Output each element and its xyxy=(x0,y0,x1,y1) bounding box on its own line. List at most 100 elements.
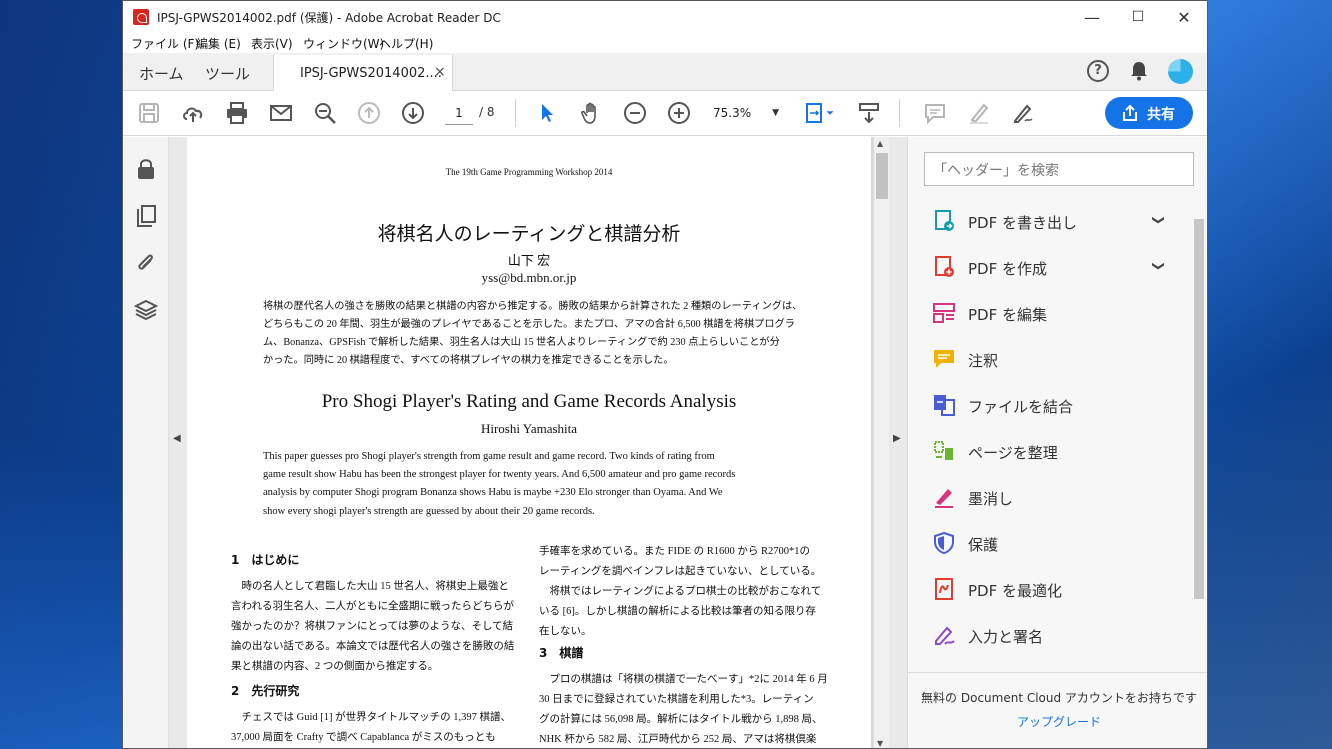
abstract-jp-line: ム、Bonanza、GPSFish で解析した結果、羽生名人は大山 15 世名人… xyxy=(263,337,780,348)
help-icon[interactable]: ? xyxy=(1087,60,1109,82)
zoom-in-icon[interactable] xyxy=(665,99,693,127)
chevron-down-icon[interactable]: ❯ xyxy=(1152,261,1166,271)
body-line: 論の出ない話である。本論文では歴代名人の強さを勝敗の結 xyxy=(231,641,515,652)
tools-pane: 「ヘッダー」を検索 PDF を書き出し ❯ PDF を作成 ❯ PDF を編集 注釈ファイ… xyxy=(907,137,1207,748)
section-2-heading: 2 先行研究 xyxy=(231,684,300,698)
tools-pane-scrollbar-thumb[interactable] xyxy=(1194,219,1204,599)
tools-search-input[interactable]: 「ヘッダー」を検索 xyxy=(924,152,1194,186)
body-line: 手確率を求めている。また FIDE の R1600 から R2700*1の xyxy=(539,546,810,557)
zoom-level-select[interactable]: 75.3% ▼ xyxy=(713,102,781,124)
lock-icon[interactable] xyxy=(134,157,158,181)
print-icon[interactable] xyxy=(223,99,251,127)
page-total: / 8 xyxy=(479,105,495,119)
layers-icon[interactable] xyxy=(134,298,158,322)
protect-icon xyxy=(934,531,954,555)
title-bar: IPSJ-GPWS2014002.pdf (保護) - Adobe Acroba… xyxy=(123,1,1207,33)
chevron-left-icon: ◀ xyxy=(173,433,181,444)
right-panel-toggle[interactable]: ▶ xyxy=(889,137,907,748)
tool-item-label: 入力と署名 xyxy=(968,628,1044,646)
tool-item[interactable]: 墨消し xyxy=(932,481,1182,515)
sign-pen-icon[interactable] xyxy=(1009,99,1037,127)
tool-item[interactable]: 注釈 xyxy=(932,343,1182,377)
upgrade-link[interactable]: アップグレード xyxy=(908,713,1207,730)
desktop-background-left xyxy=(0,0,122,749)
previous-page-icon[interactable] xyxy=(355,99,383,127)
body-line: プロの棋譜は「将棋の棋譜で一たべーす」*2に 2014 年 6 月 xyxy=(539,674,828,685)
tool-item[interactable]: PDF を書き出し ❯ xyxy=(932,205,1182,239)
menu-bar: ファイル (F) 編集 (E) 表示(V) ウィンドウ(W) ヘルプ(H) xyxy=(123,33,1207,53)
tool-item[interactable]: ファイルを結合 xyxy=(932,389,1182,423)
comment-icon[interactable] xyxy=(921,99,949,127)
scroll-mode-icon[interactable] xyxy=(855,99,883,127)
tool-item[interactable]: ページを整理 xyxy=(932,435,1182,469)
tab-document[interactable]: IPSJ-GPWS2014002.... × xyxy=(273,55,453,92)
doc-header: The 19th Game Programming Workshop 2014 xyxy=(445,167,613,177)
left-panel-toggle[interactable]: ◀ xyxy=(169,137,187,748)
account-status-text: 無料の Document Cloud アカウントをお持ちです xyxy=(921,691,1197,705)
attachment-icon[interactable] xyxy=(134,251,158,275)
body-line: 言われる羽生名人、二人がともに全盛期に戦ったらどちらが xyxy=(231,601,514,612)
menu-edit[interactable]: 編集 (E) xyxy=(196,35,241,52)
toolbar-divider xyxy=(515,99,516,127)
abstract-en-line: analysis by computer Shogi program Bonan… xyxy=(263,487,723,498)
tool-item[interactable]: 入力と署名 xyxy=(932,619,1182,653)
select-cursor-icon[interactable] xyxy=(533,99,561,127)
notification-bell-icon[interactable] xyxy=(1130,61,1148,81)
page-thumbnails-icon[interactable] xyxy=(134,204,158,228)
scrollbar-thumb[interactable] xyxy=(876,153,888,199)
share-button[interactable]: 共有 xyxy=(1105,97,1193,129)
fit-page-dropdown-icon[interactable] xyxy=(823,99,837,127)
page-number-input[interactable]: 1 xyxy=(445,103,473,125)
tool-item-label: ページを整理 xyxy=(968,444,1058,462)
save-icon[interactable] xyxy=(135,99,163,127)
zoom-out-icon[interactable] xyxy=(621,99,649,127)
tool-item[interactable]: PDF を編集 xyxy=(932,297,1182,331)
document-scrollbar[interactable]: ▲ ▼ xyxy=(873,137,889,748)
scroll-up-icon[interactable]: ▲ xyxy=(877,139,883,148)
menu-help[interactable]: ヘルプ(H) xyxy=(379,35,433,52)
tool-item[interactable]: 保護 xyxy=(932,527,1182,561)
search-zoom-icon[interactable] xyxy=(311,99,339,127)
chevron-right-icon: ▶ xyxy=(893,433,901,444)
chevron-down-icon[interactable]: ❯ xyxy=(1152,215,1166,225)
next-page-icon[interactable] xyxy=(399,99,427,127)
tools-pane-scrollbar[interactable] xyxy=(1192,207,1206,667)
tools-pane-footer: 無料の Document Cloud アカウントをお持ちです アップグレード xyxy=(908,672,1207,748)
body-line: 果と棋譜の内容、2 つの側面から推定する。 xyxy=(231,661,439,672)
scroll-down-icon[interactable]: ▼ xyxy=(877,739,883,748)
tool-item-label: 墨消し xyxy=(968,490,1014,508)
abstract-jp-line: かった。同時に 20 棋譜程度で、すべての将棋プレイヤの棋力を推定できることを示… xyxy=(263,355,674,366)
abstract-jp-line: どちらもこの 20 年間、羽生が最強のプレイヤであることを示した。またプロ、アマ… xyxy=(263,319,795,330)
export-pdf-icon xyxy=(935,210,954,231)
hand-tool-icon[interactable] xyxy=(577,99,605,127)
tool-item[interactable]: PDF を作成 ❯ xyxy=(932,251,1182,285)
tool-item[interactable]: PDF を最適化 xyxy=(932,573,1182,607)
create-pdf-icon xyxy=(935,256,954,277)
close-button[interactable]: ✕ xyxy=(1161,1,1207,33)
tab-tools[interactable]: ツール xyxy=(205,63,250,84)
body-line: 在しない。 xyxy=(539,626,592,637)
abstract-en-line: show every shogi player's strength are g… xyxy=(263,506,595,517)
upload-cloud-icon[interactable] xyxy=(179,99,207,127)
body-line: グの計算には 56,098 局。解析にはタイトル戦から 1,898 局、 xyxy=(539,714,823,725)
highlight-pen-icon[interactable] xyxy=(965,99,993,127)
minimize-button[interactable]: — xyxy=(1069,1,1115,33)
email-icon[interactable] xyxy=(267,99,295,127)
menu-view[interactable]: 表示(V) xyxy=(251,35,293,52)
tab-home[interactable]: ホーム xyxy=(139,63,184,84)
maximize-button[interactable]: ☐ xyxy=(1115,1,1161,33)
menu-file[interactable]: ファイル (F) xyxy=(131,35,199,52)
body-line: 将棋ではレーティングによるプロ棋士の比較がおこなれて xyxy=(539,586,822,597)
menu-window[interactable]: ウィンドウ(W) xyxy=(303,35,384,52)
tab-close-icon[interactable]: × xyxy=(434,64,446,80)
body-line: いる [6]。しかし棋譜の解析による比較は筆者の知る限り存 xyxy=(539,606,817,617)
body-line: 時の名人として君臨した大山 15 世名人、将棋史上最強と xyxy=(231,581,509,592)
document-viewport[interactable]: The 19th Game Programming Workshop 2014 … xyxy=(187,137,873,748)
desktop-background xyxy=(1208,0,1332,749)
user-avatar[interactable] xyxy=(1168,59,1193,84)
body-line: チェスでは Guid [1] が世界タイトルマッチの 1,397 棋譜、 xyxy=(231,712,511,723)
body-line: NHK 杯から 582 局、江戸時代から 252 局、アマは将棋倶楽 xyxy=(539,734,817,745)
zoom-level-value: 75.3% xyxy=(713,106,752,120)
doc-email: yss@bd.mbn.or.jp xyxy=(481,270,577,285)
tool-item-label: 保護 xyxy=(968,536,999,554)
